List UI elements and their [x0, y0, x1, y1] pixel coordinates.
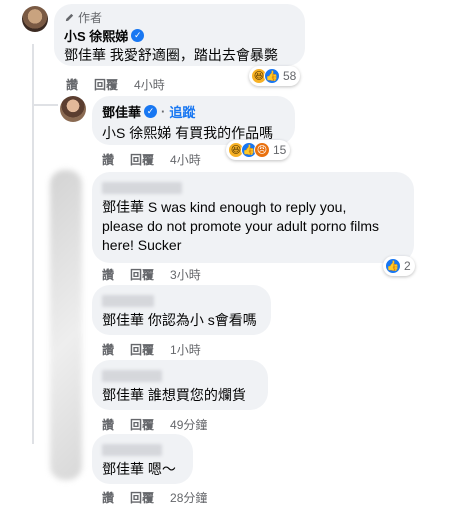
- timestamp[interactable]: 49分鐘: [170, 416, 207, 433]
- comment-bubble: 作者 小S 徐熙娣 ✓ 鄧佳華 我愛舒適圈，踏出去會暴斃: [54, 4, 305, 66]
- comment-actions: 讚 回覆 28分鐘: [102, 489, 207, 506]
- reaction-summary[interactable]: 😆 👍 58: [249, 66, 301, 86]
- reply-button[interactable]: 回覆: [94, 76, 118, 93]
- reply-button[interactable]: 回覆: [130, 416, 154, 433]
- angry-icon: 😠: [254, 142, 270, 158]
- like-button[interactable]: 讚: [102, 151, 114, 168]
- like-icon: 👍: [264, 68, 280, 84]
- comment-actions: 讚 回覆 49分鐘: [102, 416, 207, 433]
- comment-text: 鄧佳華 我愛舒適圈，踏出去會暴斃: [64, 47, 278, 63]
- like-button[interactable]: 讚: [102, 266, 114, 283]
- comment-bubble: 鄧佳華 你認為小 s會看嗎: [92, 285, 271, 335]
- thread-line-branch: [32, 104, 58, 106]
- like-icon: 👍: [385, 258, 401, 274]
- comment-actions: 讚 回覆 4小時: [66, 76, 165, 93]
- like-button[interactable]: 讚: [102, 341, 114, 358]
- timestamp[interactable]: 4小時: [134, 76, 165, 93]
- comment-text: 鄧佳華 嗯～: [102, 461, 176, 477]
- comment-bubble: 鄧佳華 ✓ · 追蹤 小S 徐熙娣 有買我的作品嗎: [92, 96, 295, 145]
- author-badge: 作者: [64, 10, 295, 25]
- verified-badge-icon: ✓: [144, 105, 158, 118]
- comment-text: 鄧佳華 S was kind enough to reply you, plea…: [102, 199, 380, 253]
- blurred-commenter-name: [102, 370, 162, 382]
- comment-actions: 讚 回覆 3小時: [102, 266, 201, 283]
- follow-button[interactable]: 追蹤: [169, 102, 195, 121]
- reply-button[interactable]: 回覆: [130, 266, 154, 283]
- blurred-avatar: [50, 170, 82, 480]
- avatar[interactable]: [60, 96, 86, 122]
- timestamp[interactable]: 28分鐘: [170, 489, 207, 506]
- commenter-name[interactable]: 小S 徐熙娣: [64, 26, 128, 45]
- reaction-summary[interactable]: 😆 👍 😠 15: [226, 140, 291, 160]
- reply-button[interactable]: 回覆: [130, 341, 154, 358]
- comment-actions: 讚 回覆 1小時: [102, 341, 201, 358]
- commenter-name[interactable]: 鄧佳華: [102, 102, 141, 121]
- timestamp[interactable]: 3小時: [170, 266, 201, 283]
- reply-button[interactable]: 回覆: [130, 151, 154, 168]
- timestamp[interactable]: 4小時: [170, 151, 201, 168]
- like-button[interactable]: 讚: [102, 416, 114, 433]
- blurred-commenter-name: [102, 182, 182, 194]
- comment-bubble: 鄧佳華 誰想買您的爛貨: [92, 360, 268, 410]
- reply-button[interactable]: 回覆: [130, 489, 154, 506]
- author-badge-label: 作者: [78, 11, 103, 25]
- comment-actions: 讚 回覆 4小時: [102, 151, 201, 168]
- separator-dot: ·: [161, 104, 166, 119]
- timestamp[interactable]: 1小時: [170, 341, 201, 358]
- avatar[interactable]: [22, 6, 48, 32]
- comment-bubble: 鄧佳華 S was kind enough to reply you, plea…: [92, 172, 414, 263]
- like-button[interactable]: 讚: [102, 489, 114, 506]
- pen-icon: [65, 13, 74, 22]
- comment-text: 鄧佳華 你認為小 s會看嗎: [102, 312, 257, 328]
- verified-badge-icon: ✓: [131, 29, 145, 42]
- comment-text: 鄧佳華 誰想買您的爛貨: [102, 387, 246, 403]
- reaction-count: 2: [404, 259, 411, 273]
- comment-bubble: 鄧佳華 嗯～: [92, 434, 193, 484]
- reaction-summary[interactable]: 👍 2: [383, 256, 415, 276]
- blurred-commenter-name: [102, 444, 162, 456]
- reaction-count: 58: [283, 69, 297, 83]
- reaction-count: 15: [273, 143, 287, 157]
- blurred-commenter-name: [102, 295, 154, 307]
- like-button[interactable]: 讚: [66, 76, 78, 93]
